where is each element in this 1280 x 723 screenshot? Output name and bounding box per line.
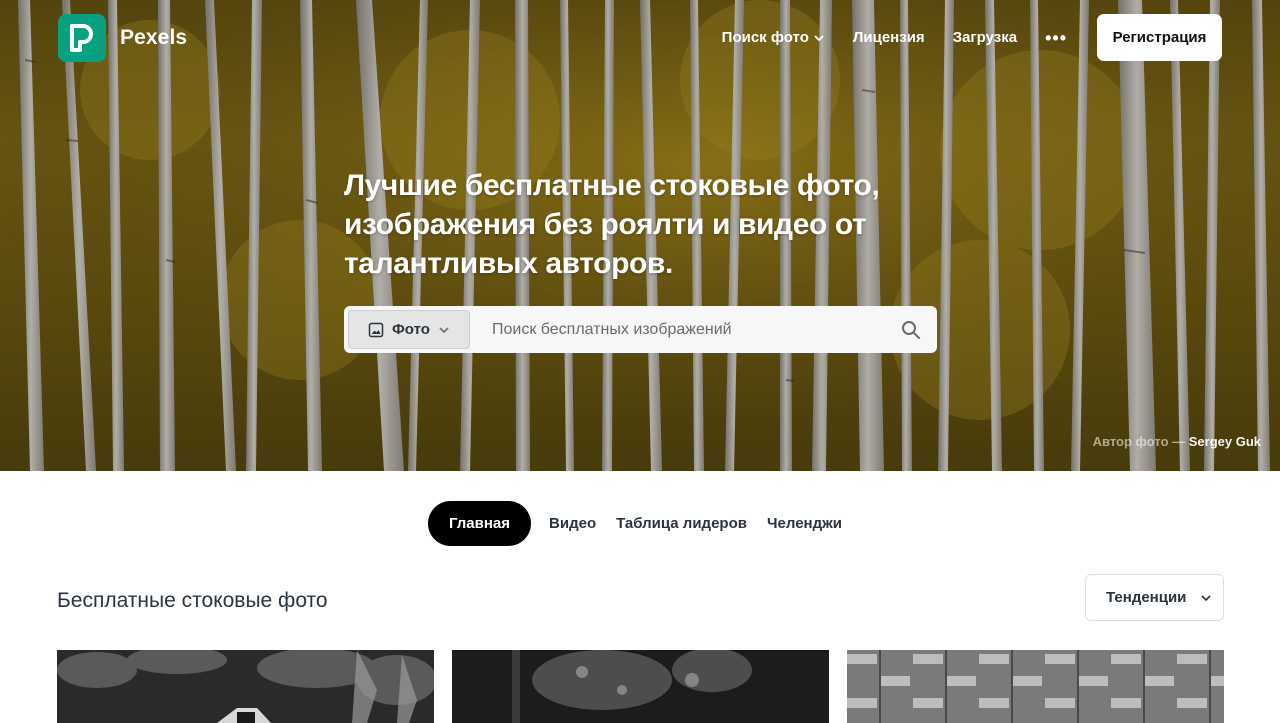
brand-logo[interactable]: Pexels	[58, 14, 187, 62]
sort-dropdown-label: Тенденции	[1106, 589, 1187, 606]
nav-item-label: Лицензия	[852, 29, 925, 46]
hero-section: Pexels Поиск фото Лицензия Загрузка ••• …	[0, 0, 1280, 471]
magnifier-icon	[902, 320, 920, 339]
search-button[interactable]	[885, 306, 937, 353]
chevron-down-icon	[814, 34, 824, 41]
search-type-label: Фото	[392, 321, 430, 338]
more-dots-icon: •••	[1045, 27, 1067, 48]
search-bar: Фото	[344, 306, 937, 353]
image-icon	[368, 322, 384, 337]
hero-title: Лучшие бесплатные стоковые фото, изображ…	[344, 169, 880, 280]
search-input[interactable]	[492, 306, 885, 353]
photo-credit: Автор фото — Sergey Guk	[1093, 434, 1261, 449]
brand-name: Pexels	[120, 26, 188, 49]
section-title: Бесплатные стоковые фото	[57, 589, 328, 612]
sort-dropdown[interactable]: Тенденции	[1085, 574, 1224, 621]
chevron-down-icon	[439, 326, 449, 333]
tab-challenges[interactable]: Челенджи	[757, 501, 852, 546]
nav-item-label: Поиск фото	[721, 29, 809, 46]
more-menu-button[interactable]: •••	[1045, 29, 1067, 47]
photo-card[interactable]	[847, 650, 1224, 723]
tab-video[interactable]: Видео	[539, 501, 606, 546]
top-navigation: Pexels Поиск фото Лицензия Загрузка ••• …	[0, 0, 1280, 78]
main-tabs: Главная Видео Таблица лидеров Челенджи	[0, 501, 1280, 546]
photo-thumbnail	[57, 650, 434, 723]
register-button[interactable]: Регистрация	[1097, 14, 1222, 61]
nav-item-license[interactable]: Лицензия	[853, 29, 925, 46]
nav-item-upload[interactable]: Загрузка	[953, 29, 1017, 46]
search-type-dropdown[interactable]: Фото	[348, 310, 470, 349]
tab-home[interactable]: Главная	[428, 501, 532, 546]
nav-item-photo-search[interactable]: Поиск фото	[722, 29, 825, 46]
nav-links: Поиск фото Лицензия Загрузка ••• Регистр…	[722, 14, 1222, 61]
photo-credit-author[interactable]: Sergey Guk	[1189, 434, 1261, 449]
chevron-down-icon	[1201, 594, 1211, 601]
photo-thumbnail	[847, 650, 1224, 723]
pexels-logo-icon	[58, 14, 106, 62]
photo-card[interactable]	[57, 650, 434, 723]
photo-thumbnail	[452, 650, 829, 723]
nav-item-label: Загрузка	[952, 29, 1018, 46]
tab-leaderboard[interactable]: Таблица лидеров	[606, 501, 757, 546]
photo-credit-prefix: Автор фото —	[1092, 434, 1189, 449]
photo-card[interactable]	[452, 650, 829, 723]
